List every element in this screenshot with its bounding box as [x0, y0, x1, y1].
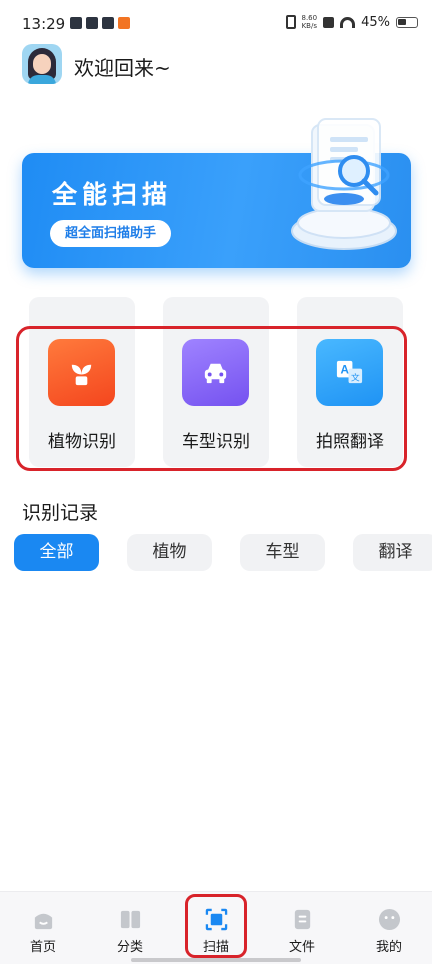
records-title: 识别记录	[22, 502, 99, 524]
nav-item-file[interactable]: 文件	[267, 892, 337, 964]
system-icons: 8.60 KB/s 45%	[285, 14, 418, 30]
status-bar: 13:29 8.60 KB/s 45%	[0, 0, 432, 52]
banner-title: 全能扫描	[52, 180, 173, 209]
nav-label-category: 分类	[116, 940, 143, 955]
scan-nav-highlight-box	[185, 894, 247, 958]
file-icon	[294, 909, 311, 930]
features-highlight-box	[16, 326, 407, 471]
shopping-notification-icon	[118, 17, 130, 29]
battery-icon	[396, 16, 418, 28]
network-speed-value: 8.60	[301, 14, 318, 22]
battery-percent: 45%	[361, 14, 390, 30]
app-notification-icon	[86, 17, 98, 29]
notification-icons	[70, 17, 130, 29]
nav-label-file: 文件	[288, 940, 315, 955]
media-notification-icon	[70, 17, 82, 29]
gesture-home-bar[interactable]	[131, 958, 301, 962]
nav-item-home[interactable]: 首页	[8, 892, 78, 964]
welcome-text: 欢迎回来~	[74, 56, 171, 80]
no-sim-icon	[323, 16, 335, 28]
avatar[interactable]	[22, 44, 62, 84]
banner-button[interactable]: 超全面扫描助手	[50, 220, 172, 247]
filter-chip-plant[interactable]: 植物	[127, 534, 212, 571]
status-time: 13:29	[22, 15, 66, 33]
profile-icon	[378, 908, 401, 931]
book-icon	[120, 910, 141, 929]
scan-banner[interactable]: 全能扫描 超全面扫描助手	[22, 118, 411, 268]
filter-chip-translate[interactable]: 翻译	[353, 534, 432, 571]
home-icon	[34, 913, 53, 930]
mail-notification-icon	[102, 17, 114, 29]
vibrate-icon	[285, 15, 296, 29]
filter-chip-all[interactable]: 全部	[14, 534, 99, 571]
document-scan-illustration-icon	[291, 118, 397, 250]
network-speed: 8.60 KB/s	[302, 14, 318, 30]
nav-label-home: 首页	[29, 940, 56, 955]
wifi-icon	[340, 16, 356, 28]
network-speed-unit: KB/s	[301, 22, 317, 30]
nav-item-category[interactable]: 分类	[95, 892, 165, 964]
nav-label-profile: 我的	[375, 940, 402, 955]
nav-item-profile[interactable]: 我的	[354, 892, 424, 964]
filter-chip-car[interactable]: 车型	[240, 534, 325, 571]
